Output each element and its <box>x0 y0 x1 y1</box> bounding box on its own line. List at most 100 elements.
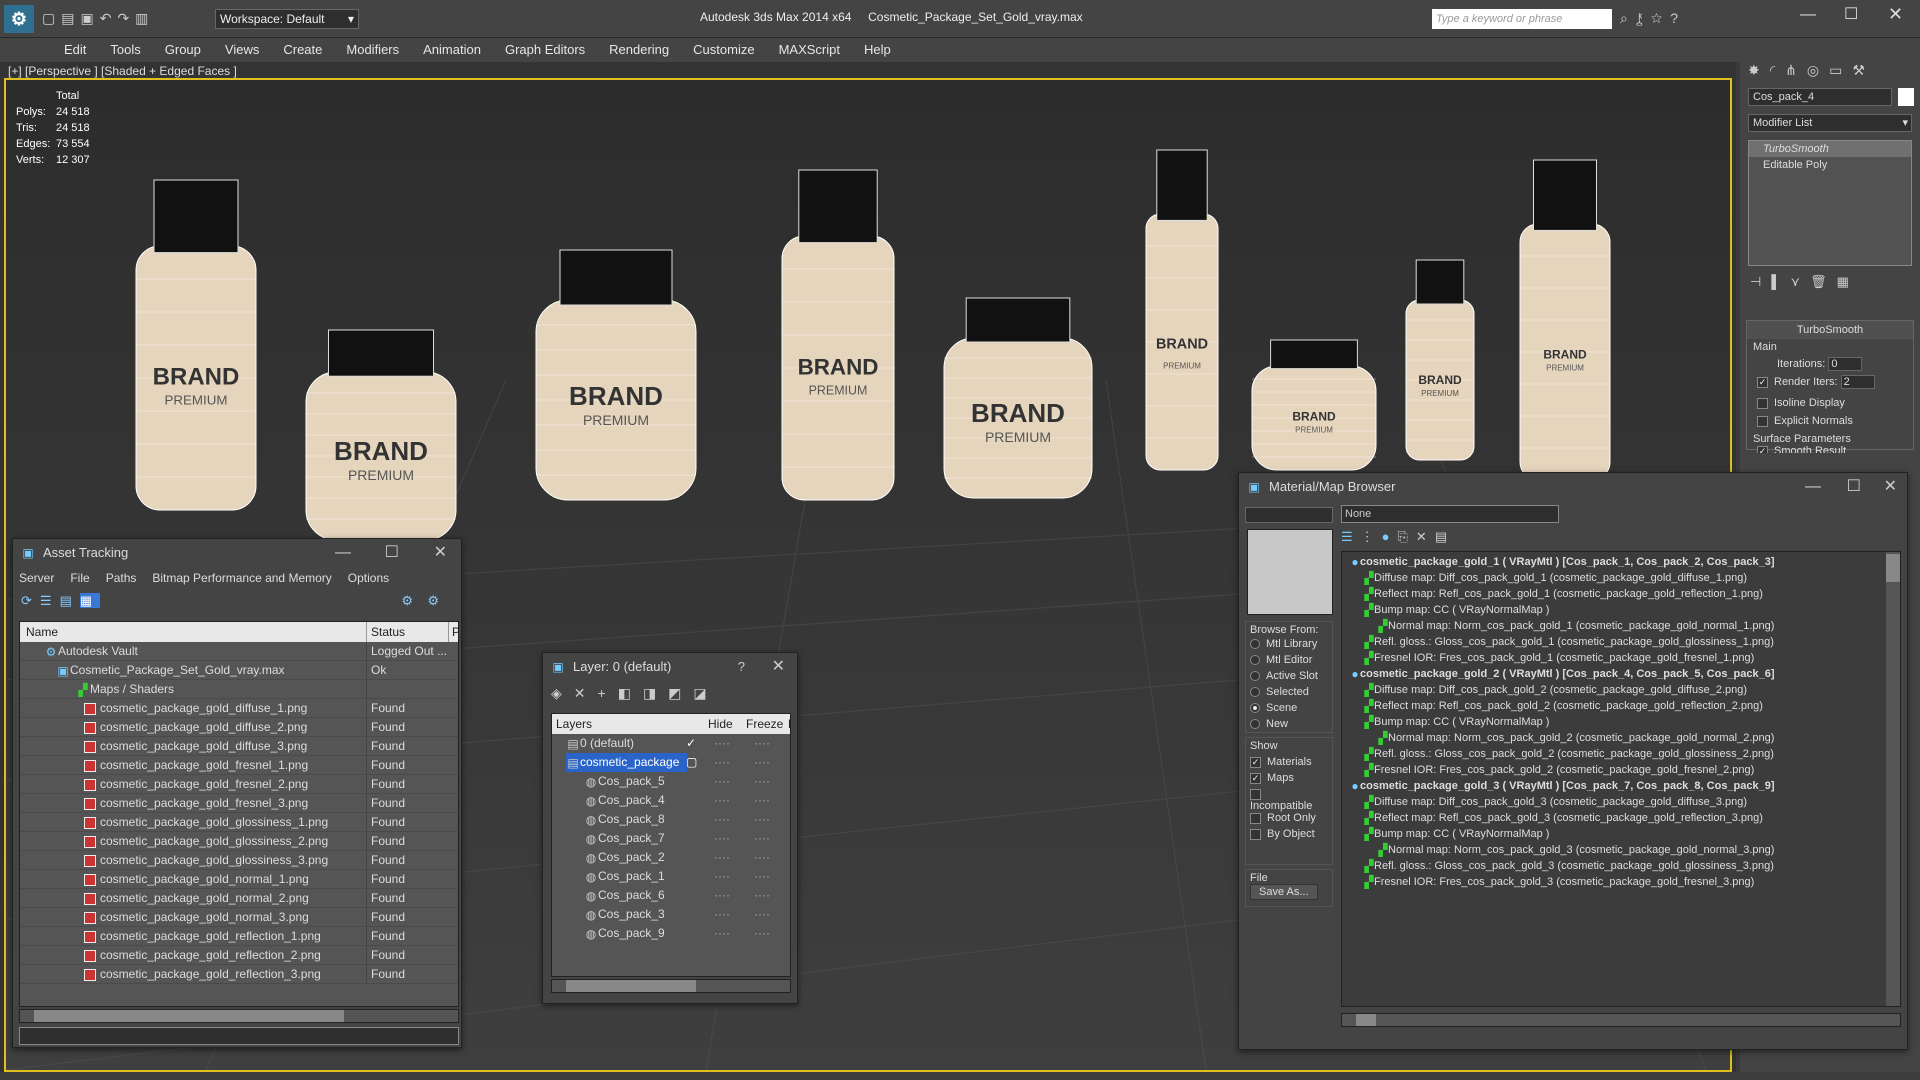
select-objects-icon[interactable]: ◧ <box>618 685 643 701</box>
create-tab-icon[interactable]: ✸ <box>1748 62 1770 78</box>
asset-row[interactable]: cosmetic_package_gold_diffuse_2.png Found <box>20 718 458 737</box>
menu-views[interactable]: Views <box>213 38 271 62</box>
browse-radio[interactable] <box>1250 639 1260 650</box>
hide-toggle[interactable]: ···· <box>714 924 730 943</box>
hide-toggle[interactable]: ···· <box>714 829 730 848</box>
list-view-icon[interactable]: ☰ <box>40 593 60 608</box>
freeze-toggle[interactable]: ···· <box>754 848 770 867</box>
menu-customize[interactable]: Customize <box>681 38 766 62</box>
by-object-checkbox[interactable] <box>1250 828 1261 840</box>
scene-object-large-jar[interactable]: BRANDPREMIUM <box>535 249 697 501</box>
menu-edit[interactable]: Edit <box>52 38 98 62</box>
asset-row[interactable]: cosmetic_package_gold_normal_3.png Found <box>20 908 458 927</box>
delete-icon[interactable]: ✕ <box>1416 529 1435 544</box>
asset-tracking-title[interactable]: ▣ Asset Tracking — ☐ ✕ <box>13 539 461 567</box>
layer-row[interactable]: ◍ Cos_pack_2 ···· ···· <box>552 848 790 867</box>
hide-toggle[interactable]: ···· <box>714 886 730 905</box>
map-node[interactable]: ▞Diffuse map: Diff_cos_pack_gold_3 (cosm… <box>1342 794 1900 810</box>
create-layer-icon[interactable]: ◈ <box>551 685 574 701</box>
asset-row[interactable]: cosmetic_package_gold_normal_2.png Found <box>20 889 458 908</box>
rollout-title[interactable]: TurboSmooth <box>1747 321 1913 339</box>
project-folder-icon[interactable]: ▥ <box>135 10 154 26</box>
help-icon[interactable]: ⚙ <box>401 593 421 609</box>
asset-menu-bitmap[interactable]: Bitmap Performance and Memory <box>152 571 331 585</box>
col-freeze-header[interactable]: Freeze <box>746 714 783 734</box>
hide-toggle[interactable]: ···· <box>714 791 730 810</box>
display-tab-icon[interactable]: ▭ <box>1829 62 1852 78</box>
stack-item-turbosmooth[interactable]: TurboSmooth <box>1749 141 1911 157</box>
menu-help[interactable]: Help <box>852 38 903 62</box>
asset-row[interactable]: cosmetic_package_gold_diffuse_3.png Found <box>20 737 458 756</box>
map-node[interactable]: ▞Bump map: CC ( VRayNormalMap ) <box>1342 826 1900 842</box>
browse-radio[interactable] <box>1250 703 1260 714</box>
browse-radio[interactable] <box>1250 687 1260 698</box>
material-node[interactable]: ●cosmetic_package_gold_3 ( VRayMtl ) [Co… <box>1342 778 1900 794</box>
freeze-toggle[interactable]: ···· <box>754 905 770 924</box>
asset-row[interactable]: cosmetic_package_gold_normal_1.png Found <box>20 870 458 889</box>
asset-row[interactable]: cosmetic_package_gold_glossiness_3.png Fo… <box>20 851 458 870</box>
isoline-checkbox[interactable] <box>1757 397 1768 409</box>
browse-radio[interactable] <box>1250 671 1260 682</box>
map-node[interactable]: ▞Normal map: Norm_cos_pack_gold_1 (cosme… <box>1342 618 1900 634</box>
hide-toggle[interactable]: ···· <box>714 848 730 867</box>
viewport-label[interactable]: [+] [Perspective ] [Shaded + Edged Faces… <box>8 64 237 78</box>
help-button[interactable]: ? <box>738 653 745 681</box>
freeze-toggle[interactable]: ···· <box>754 924 770 943</box>
col-status-header[interactable]: Status <box>366 622 405 642</box>
map-node[interactable]: ▞Bump map: CC ( VRayNormalMap ) <box>1342 602 1900 618</box>
make-active-icon[interactable]: ▢ <box>686 753 697 772</box>
asset-row[interactable]: cosmetic_package_gold_reflection_1.png Fo… <box>20 927 458 946</box>
scene-object-spray-bottle[interactable]: BRAND PREMIUM <box>1519 159 1611 481</box>
asset-row[interactable]: cosmetic_package_gold_fresnel_3.png Found <box>20 794 458 813</box>
hide-toggle[interactable]: ···· <box>714 905 730 924</box>
pin-stack-icon[interactable]: ⊣ <box>1750 274 1771 289</box>
col-r-header[interactable]: R <box>788 714 790 734</box>
menu-tools[interactable]: Tools <box>98 38 152 62</box>
browse-radio[interactable] <box>1250 719 1260 730</box>
map-node[interactable]: ▞Fresnel IOR: Fres_cos_pack_gold_3 (cosm… <box>1342 874 1900 890</box>
utilities-tab-icon[interactable]: ⚒ <box>1852 62 1875 78</box>
scene-object-pump-bottle[interactable]: BRAND PREMIUM <box>781 169 895 501</box>
map-node[interactable]: ▞Diffuse map: Diff_cos_pack_gold_1 (cosm… <box>1342 570 1900 586</box>
motion-tab-icon[interactable]: ◎ <box>1807 62 1829 78</box>
browse-option[interactable]: Selected <box>1250 686 1328 702</box>
modifier-list-dropdown[interactable]: Modifier List ▾ <box>1748 114 1912 132</box>
scene-object-tall-bottle[interactable]: BRAND PREMIUM <box>1145 149 1219 471</box>
map-node[interactable]: ▞Bump map: CC ( VRayNormalMap ) <box>1342 714 1900 730</box>
undo-icon[interactable]: ↶ <box>100 10 118 26</box>
asset-menu-file[interactable]: File <box>70 571 89 585</box>
browse-option[interactable]: Mtl Editor <box>1250 654 1328 670</box>
map-node[interactable]: ▞Refl. gloss.: Gloss_cos_pack_gold_1 (co… <box>1342 634 1900 650</box>
table-view-icon[interactable]: ▦ <box>79 593 101 608</box>
menu-animation[interactable]: Animation <box>411 38 493 62</box>
hide-all-icon[interactable]: ◩ <box>668 685 693 701</box>
maximize-button[interactable]: ☐ <box>1844 4 1858 24</box>
active-layer-check-icon[interactable]: ✓ <box>686 734 696 753</box>
hide-toggle[interactable]: ···· <box>714 867 730 886</box>
workspace-dropdown[interactable]: Workspace: Default ▾ <box>215 9 359 29</box>
close-button[interactable]: ✕ <box>1884 473 1897 501</box>
materials-checkbox[interactable]: ✓ <box>1250 756 1261 768</box>
freeze-toggle[interactable]: ···· <box>754 791 770 810</box>
modifier-stack[interactable]: TurboSmooth Editable Poly <box>1748 140 1912 266</box>
map-node[interactable]: ▞Refl. gloss.: Gloss_cos_pack_gold_3 (co… <box>1342 858 1900 874</box>
menu-graph-editors[interactable]: Graph Editors <box>493 38 597 62</box>
menu-modifiers[interactable]: Modifiers <box>334 38 411 62</box>
material-node[interactable]: ●cosmetic_package_gold_2 ( VRayMtl ) [Co… <box>1342 666 1900 682</box>
configure-sets-icon[interactable]: ▦ <box>1837 274 1859 289</box>
app-logo-icon[interactable]: ⚙ <box>4 5 34 33</box>
redo-icon[interactable]: ↷ <box>117 10 135 26</box>
update-scene-icon[interactable]: ⎘ <box>1398 529 1416 544</box>
menu-maxscript[interactable]: MAXScript <box>767 38 852 62</box>
close-button[interactable]: ✕ <box>772 653 785 681</box>
root-only-checkbox[interactable] <box>1250 812 1261 824</box>
freeze-toggle[interactable]: ···· <box>754 867 770 886</box>
hide-toggle[interactable]: ···· <box>714 772 730 791</box>
map-node[interactable]: ▞Fresnel IOR: Fres_cos_pack_gold_2 (cosm… <box>1342 762 1900 778</box>
material-library-icon[interactable]: ▤ <box>1435 529 1455 544</box>
layer-row[interactable]: ◍ Cos_pack_5 ···· ···· <box>552 772 790 791</box>
browse-option[interactable]: Mtl Library <box>1250 638 1328 654</box>
maximize-button[interactable]: ☐ <box>1847 473 1861 501</box>
smooth-result-checkbox[interactable]: ✓ <box>1757 445 1768 453</box>
menu-group[interactable]: Group <box>153 38 213 62</box>
